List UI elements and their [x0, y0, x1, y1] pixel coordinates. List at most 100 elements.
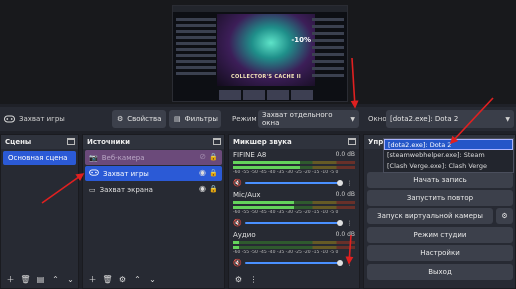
lock-icon[interactable]: 🔒 — [209, 185, 218, 193]
properties-button[interactable]: ⚙ Свойства — [112, 110, 166, 128]
game-thumbnails — [219, 90, 313, 100]
slider-knob[interactable] — [337, 180, 343, 186]
scene-item[interactable]: Основная сцена — [3, 151, 76, 165]
chevron-up-icon[interactable]: ⌃ — [50, 274, 61, 285]
level-meter — [233, 201, 355, 204]
source-label: Захват экрана — [99, 185, 153, 194]
level-meter — [233, 241, 355, 244]
scenes-dock: Сцены Основная сцена ＋ 🗑 ▤ ⌃ ⌄ — [0, 134, 79, 289]
mode-label: Режим — [232, 115, 257, 123]
properties-label: Свойства — [127, 115, 162, 123]
source-label: Захват игры — [103, 169, 149, 178]
sources-footer: ＋ 🗑 ⚙ ⌃ ⌄ — [83, 271, 224, 288]
chevron-down-icon: ▼ — [505, 115, 510, 123]
mixer-title-text: Микшер звука — [233, 138, 292, 146]
filters-button[interactable]: ▤ Фильтры — [169, 110, 221, 128]
lock-icon[interactable]: 🔒 — [209, 169, 218, 177]
mixer-title: Микшер звука — [229, 135, 359, 149]
window-select-value: [dota2.exe]: Dota 2 — [390, 115, 459, 123]
studio-mode-button[interactable]: Режим студии — [367, 227, 513, 243]
source-label: Веб-камера — [101, 153, 145, 162]
speaker-muted-icon[interactable]: 🔇 — [233, 179, 242, 187]
source-item-display-capture[interactable]: ▭ Захват экрана ◉ 🔒 — [85, 182, 222, 197]
trash-icon[interactable]: 🗑 — [20, 274, 31, 285]
window-dropdown-list: [dota2.exe]: Dota 2 [steamwebhelper.exe]… — [383, 138, 514, 173]
lock-icon[interactable]: 🔒 — [209, 153, 218, 161]
chevron-down-icon[interactable]: ⌄ — [147, 274, 158, 285]
speaker-muted-icon[interactable]: 🔇 — [233, 259, 242, 267]
mixer-channel: Аудио 0.0 dB -60 -55 -50 -45 -40 -35 -30… — [229, 229, 359, 269]
game-sale-badge: -10% — [291, 36, 311, 44]
settings-button[interactable]: Настройки — [367, 245, 513, 261]
mixer-channel: FIFINE A8 0.0 dB -60 -55 -50 -45 -40 -35… — [229, 149, 359, 189]
scenes-title: Сцены — [1, 135, 78, 149]
game-topbar — [173, 6, 347, 12]
scenes-footer: ＋ 🗑 ▤ ⌃ ⌄ — [1, 271, 78, 288]
game-left-panel — [176, 18, 216, 90]
gear-icon: ⚙ — [501, 212, 508, 220]
undock-icon[interactable] — [213, 138, 221, 145]
dropdown-option-dota2[interactable]: [dota2.exe]: Dota 2 — [384, 139, 513, 150]
scenes-title-text: Сцены — [5, 138, 32, 146]
slider-knob[interactable] — [337, 260, 343, 266]
volume-slider[interactable]: 🔇 ⋮ — [233, 179, 355, 187]
chevron-down-icon[interactable]: ⌄ — [65, 274, 76, 285]
gear-icon: ⚙ — [117, 115, 124, 123]
add-icon[interactable]: ＋ — [5, 274, 16, 285]
monitor-icon: ▭ — [89, 185, 96, 194]
window-select[interactable]: [dota2.exe]: Dota 2 ▼ — [386, 110, 514, 128]
sources-dock: Источники 📷 Веб-камера ⊘ 🔒 Захват игры ◉… — [82, 134, 225, 289]
more-icon[interactable]: ⋮ — [344, 258, 355, 269]
meter-ticks: -60 -55 -50 -45 -40 -35 -30 -25 -20 -15 … — [233, 170, 339, 175]
virtual-camera-settings-button[interactable]: ⚙ — [496, 208, 513, 224]
chevron-up-icon[interactable]: ⌃ — [132, 274, 143, 285]
capture-mode-value: Захват отдельного окна — [262, 111, 333, 127]
sources-title-text: Источники — [87, 138, 131, 146]
speaker-muted-icon[interactable]: 🔇 — [233, 219, 242, 227]
game-capture-preview: -10% COLLECTOR'S CACHE II — [172, 5, 348, 102]
selected-source: Захват игры — [4, 110, 65, 128]
more-icon[interactable]: ⋮ — [344, 218, 355, 229]
mixer-channels: FIFINE A8 0.0 dB -60 -55 -50 -45 -40 -35… — [229, 149, 359, 269]
exit-button[interactable]: Выход — [367, 264, 513, 280]
preview-canvas[interactable]: -10% COLLECTOR'S CACHE II — [0, 0, 516, 104]
start-recording-button[interactable]: Начать запись — [367, 172, 513, 188]
gear-icon[interactable]: ⚙ — [233, 274, 244, 285]
camera-icon: 📷 — [89, 153, 98, 162]
source-item-webcam[interactable]: 📷 Веб-камера ⊘ 🔒 — [85, 150, 222, 165]
meter-ticks: -60 -55 -50 -45 -40 -35 -30 -25 -20 -15 … — [233, 210, 339, 215]
more-icon[interactable]: ⋮ — [248, 274, 259, 285]
channel-db: 0.0 dB — [335, 151, 355, 158]
add-icon[interactable]: ＋ — [87, 274, 98, 285]
level-meter — [233, 206, 355, 209]
audio-mixer-dock: Микшер звука FIFINE A8 0.0 dB -60 -55 -5… — [228, 134, 360, 289]
game-right-panel — [312, 18, 344, 92]
slider-knob[interactable] — [337, 220, 343, 226]
undock-icon[interactable] — [67, 138, 75, 145]
scene-filter-icon[interactable]: ▤ — [35, 274, 46, 285]
eye-icon[interactable]: ◉ — [199, 168, 206, 177]
volume-slider[interactable]: 🔇 ⋮ — [233, 259, 355, 267]
eye-hidden-icon[interactable]: ⊘ — [199, 152, 206, 161]
start-virtual-camera-button[interactable]: Запуск виртуальной камеры — [367, 208, 493, 224]
channel-db: 0.0 dB — [335, 231, 355, 238]
meter-ticks: -60 -55 -50 -45 -40 -35 -30 -25 -20 -15 … — [233, 250, 339, 255]
capture-mode-select[interactable]: Захват отдельного окна ▼ — [258, 110, 359, 128]
window-label: Окно — [368, 115, 387, 123]
game-banner-title: COLLECTOR'S CACHE II — [230, 74, 302, 80]
filters-label: Фильтры — [184, 115, 218, 123]
volume-slider[interactable]: 🔇 ⋮ — [233, 219, 355, 227]
dropdown-option-steam[interactable]: [steamwebhelper.exe]: Steam — [384, 150, 513, 161]
undock-icon[interactable] — [348, 138, 356, 145]
mixer-footer: ⚙ ⋮ — [229, 271, 359, 288]
trash-icon[interactable]: 🗑 — [102, 274, 113, 285]
eye-icon[interactable]: ◉ — [199, 184, 206, 193]
gear-icon[interactable]: ⚙ — [117, 274, 128, 285]
more-icon[interactable]: ⋮ — [344, 178, 355, 189]
selected-source-name: Захват игры — [19, 115, 65, 123]
level-meter — [233, 166, 355, 169]
level-meter — [233, 161, 355, 164]
dropdown-option-clash-verge[interactable]: [Clash Verge.exe]: Clash Verge — [384, 161, 513, 172]
source-item-game-capture[interactable]: Захват игры ◉ 🔒 — [85, 166, 222, 181]
start-replay-button[interactable]: Запустить повтор — [367, 190, 513, 206]
